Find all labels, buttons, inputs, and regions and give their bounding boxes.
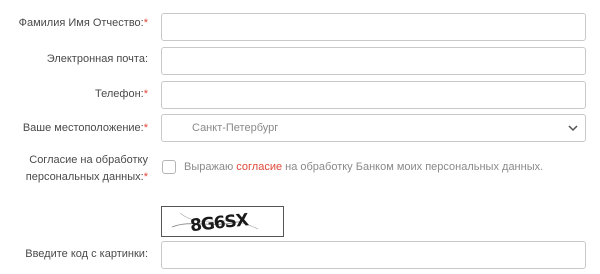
location-selected-value: Санкт-Петербург [192,122,279,134]
consent-label: Согласие на обработку [29,154,148,166]
location-label: Ваше местоположение:* [22,122,148,134]
phone-input[interactable] [161,81,586,109]
required-mark: * [143,17,148,29]
required-mark: * [143,88,148,100]
consent-label-line2: персональных данных:* [25,171,148,183]
email-label: Электронная почта: [46,53,148,65]
captcha-drawing: 8G6SX [171,210,259,236]
consent-link[interactable]: согласие [236,161,282,173]
phone-label: Телефон:* [95,88,148,100]
location-select[interactable]: Санкт-Петербург [161,114,586,142]
captcha-input[interactable] [161,241,586,269]
required-mark: * [143,171,148,183]
consent-checkbox[interactable] [162,160,176,174]
captcha-image: 8G6SX [161,206,284,237]
chevron-down-icon [568,125,578,132]
fio-input[interactable] [161,13,586,41]
fio-label: Фамилия Имя Отчество:* [18,17,148,29]
consent-text: Выражаю согласие на обработку Банком мои… [184,161,544,173]
captcha-code: 8G6SX [189,210,250,236]
email-input[interactable] [161,47,586,75]
captcha-label: Введите код с картинки: [25,248,148,260]
required-mark: * [143,122,148,134]
